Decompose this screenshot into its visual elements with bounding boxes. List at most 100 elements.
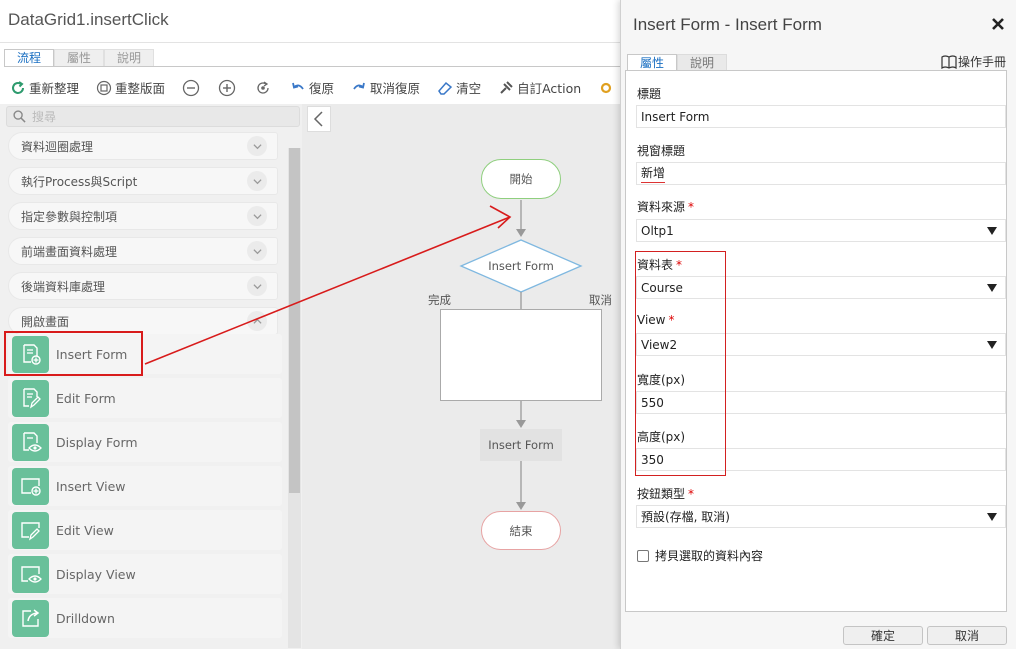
palette-item-label: Display View bbox=[56, 566, 136, 582]
relayout-label: 重整版面 bbox=[115, 81, 166, 96]
button-type-value: 預設(存檔, 取消) bbox=[641, 510, 730, 524]
chevron-down-icon bbox=[247, 171, 267, 191]
category-label: 後端資料庫處理 bbox=[21, 279, 106, 294]
tab-description[interactable]: 說明 bbox=[104, 49, 154, 67]
dialog-tab-properties[interactable]: 屬性 bbox=[627, 54, 677, 71]
redo-button[interactable]: 取消復原 bbox=[351, 78, 420, 97]
category-frontend-data[interactable]: 前端畫面資料處理 bbox=[8, 237, 278, 265]
manual-link[interactable]: 操作手冊 bbox=[941, 53, 1006, 70]
category-process-script[interactable]: 執行Process與Script bbox=[8, 167, 278, 195]
palette-item-display-form[interactable]: Display Form bbox=[8, 422, 282, 462]
palette-item-label: Edit View bbox=[56, 522, 114, 538]
view-add-icon bbox=[12, 467, 49, 505]
eraser-icon bbox=[438, 81, 453, 95]
zoom-in-icon bbox=[218, 79, 236, 96]
dialog-tab-description[interactable]: 說明 bbox=[677, 54, 727, 71]
category-backend-db[interactable]: 後端資料庫處理 bbox=[8, 272, 278, 300]
insert-form-highlight bbox=[4, 331, 143, 376]
chevron-down-icon bbox=[247, 276, 267, 296]
refresh-button[interactable]: 重新整理 bbox=[10, 78, 79, 97]
palette-item-drilldown[interactable]: Drilldown bbox=[8, 598, 282, 638]
window-title-input[interactable]: 新增 bbox=[636, 162, 1006, 185]
cancel-button[interactable]: 取消 bbox=[927, 626, 1007, 645]
category-loop[interactable]: 資料迴圈處理 bbox=[8, 132, 278, 160]
category-label: 開啟畫面 bbox=[21, 314, 70, 329]
view-edit-icon bbox=[12, 511, 49, 549]
palette-item-display-view[interactable]: Display View bbox=[8, 554, 282, 594]
flow-container-box[interactable] bbox=[440, 309, 602, 401]
palette-item-label: Edit Form bbox=[56, 390, 116, 406]
flow-node-start[interactable]: 開始 bbox=[481, 159, 561, 199]
datasource-label-text: 資料來源 bbox=[637, 200, 686, 214]
ok-button[interactable]: 確定 bbox=[843, 626, 923, 645]
datasource-select[interactable]: Oltp1 bbox=[636, 219, 1006, 242]
palette-item-edit-form[interactable]: Edit Form bbox=[8, 378, 282, 418]
tab-flow[interactable]: 流程 bbox=[4, 49, 54, 67]
refresh-icon bbox=[12, 80, 24, 94]
chevron-down-icon bbox=[247, 206, 267, 226]
tabs-divider bbox=[4, 66, 620, 67]
clear-label: 清空 bbox=[456, 81, 482, 96]
button-type-label: 按鈕類型 * bbox=[637, 485, 694, 502]
datasource-label: 資料來源 * bbox=[637, 198, 694, 215]
close-icon[interactable] bbox=[992, 18, 1004, 30]
title-divider bbox=[0, 42, 620, 43]
zoom-out-button[interactable] bbox=[182, 79, 200, 97]
collapse-palette-button[interactable] bbox=[307, 106, 331, 132]
chevron-up-icon bbox=[247, 311, 267, 331]
relayout-button[interactable]: 重整版面 bbox=[96, 78, 165, 97]
datasource-value: Oltp1 bbox=[641, 223, 674, 238]
custom-action-label: 自訂Action bbox=[517, 81, 582, 96]
palette-item-edit-view[interactable]: Edit View bbox=[8, 510, 282, 550]
category-list: 資料迴圈處理 執行Process與Script 指定參數與控制項 前端畫面資料處… bbox=[8, 132, 278, 342]
title-input[interactable]: Insert Form bbox=[636, 105, 1006, 128]
zoom-in-button[interactable] bbox=[218, 79, 236, 97]
category-label: 執行Process與Script bbox=[21, 174, 138, 189]
category-params-controls[interactable]: 指定參數與控制項 bbox=[8, 202, 278, 230]
undo-label: 復原 bbox=[309, 81, 335, 96]
main-tabs: 流程 屬性 說明 bbox=[4, 49, 154, 67]
chevron-down-icon bbox=[247, 136, 267, 156]
settings-button[interactable] bbox=[598, 80, 617, 96]
manual-label: 操作手冊 bbox=[957, 55, 1006, 69]
undo-button[interactable]: 復原 bbox=[290, 78, 334, 97]
flow-node-end[interactable]: 結束 bbox=[481, 511, 561, 550]
search-placeholder: 搜尋 bbox=[32, 110, 57, 124]
window-title-label: 視窗標題 bbox=[637, 144, 686, 158]
clear-button[interactable]: 清空 bbox=[437, 78, 481, 97]
properties-panel: 標題 Insert Form 視窗標題 新增 資料來源 * Oltp1 資料表 * … bbox=[625, 70, 1007, 612]
reset-zoom-button[interactable] bbox=[254, 79, 272, 97]
palette-scrollbar-thumb[interactable] bbox=[289, 148, 300, 493]
category-label: 前端畫面資料處理 bbox=[21, 244, 118, 259]
window-title: DataGrid1.insertClick bbox=[8, 10, 169, 29]
copy-data-label: 拷貝選取的資料內容 bbox=[655, 549, 764, 563]
dialog-tabs: 屬性 說明 bbox=[627, 54, 727, 71]
book-icon bbox=[941, 54, 957, 69]
open-screen-items: Insert Form Edit Form Display Form Inser… bbox=[8, 334, 282, 642]
flow-node-insert-form[interactable]: Insert Form bbox=[480, 429, 562, 461]
caret-down-icon bbox=[987, 513, 997, 521]
custom-action-button[interactable]: 自訂Action bbox=[498, 78, 581, 97]
copy-data-checkbox[interactable]: 拷貝選取的資料內容 bbox=[637, 547, 763, 564]
required-mark: * bbox=[688, 200, 695, 214]
dialog-title: Insert Form - Insert Form bbox=[633, 15, 822, 34]
layout-icon bbox=[96, 80, 112, 95]
palette-item-insert-view[interactable]: Insert View bbox=[8, 466, 282, 506]
fields-highlight bbox=[635, 251, 726, 476]
checkbox-box[interactable] bbox=[637, 549, 649, 562]
caret-down-icon bbox=[987, 284, 997, 292]
reset-zoom-icon bbox=[257, 80, 269, 94]
tab-properties[interactable]: 屬性 bbox=[54, 49, 104, 67]
search-input[interactable]: 搜尋 bbox=[6, 106, 300, 127]
palette-item-label: Drilldown bbox=[56, 610, 115, 626]
category-label: 資料迴圈處理 bbox=[21, 139, 94, 154]
button-type-select[interactable]: 預設(存檔, 取消) bbox=[636, 505, 1006, 528]
title-label: 標題 bbox=[637, 87, 662, 101]
toolbar: 重新整理 重整版面 復原 取消復原 清空 自訂Action bbox=[10, 78, 634, 97]
flow-branch-cancel: 取消 bbox=[589, 293, 612, 307]
palette-item-label: Insert View bbox=[56, 478, 126, 494]
button-type-label-text: 按鈕類型 bbox=[637, 487, 686, 501]
title-value: Insert Form bbox=[641, 109, 710, 124]
flow-decision-label: Insert Form bbox=[488, 259, 554, 273]
redo-label: 取消復原 bbox=[370, 81, 421, 96]
